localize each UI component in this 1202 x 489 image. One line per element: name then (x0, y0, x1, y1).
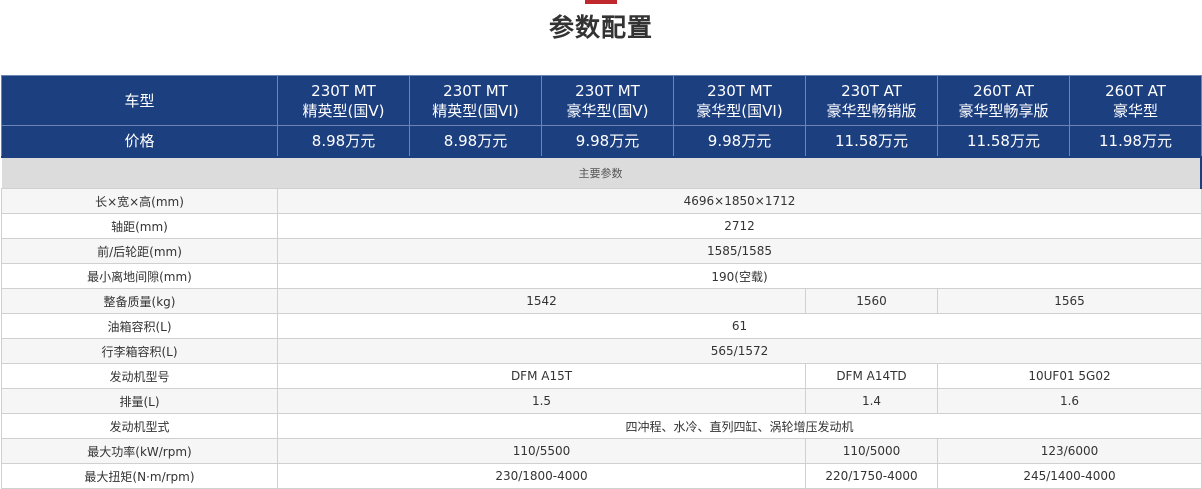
model-header-label: 车型 (1, 75, 278, 126)
spec-value: 10UF01 5G02 (937, 363, 1202, 389)
spec-value: 1.4 (805, 388, 938, 414)
spec-value: 1585/1585 (277, 238, 1202, 264)
spec-label: 发动机型号 (1, 363, 278, 389)
spec-value: 565/1572 (277, 338, 1202, 364)
spec-row: 长×宽×高(mm) 4696×1850×1712 (1, 188, 1202, 214)
spec-value: 1560 (805, 288, 938, 314)
spec-value: 220/1750-4000 (805, 463, 938, 489)
model-column-header: 230T MT 豪华型(国VI) (673, 75, 806, 126)
model-name: 230T MT (575, 81, 640, 100)
spec-label: 最大功率(kW/rpm) (1, 438, 278, 464)
price-label: 价格 (1, 125, 278, 157)
spec-value: 4696×1850×1712 (277, 188, 1202, 214)
spec-value: 四冲程、水冷、直列四缸、涡轮增压发动机 (277, 413, 1202, 439)
spec-label: 最小离地间隙(mm) (1, 263, 278, 289)
spec-row: 轴距(mm) 2712 (1, 213, 1202, 239)
spec-table: 车型 230T MT 精英型(国V) 230T MT 精英型(国VI) 230T M… (1, 75, 1202, 489)
spec-row: 行李箱容积(L) 565/1572 (1, 338, 1202, 364)
spec-value: 110/5500 (277, 438, 806, 464)
model-column-header: 230T MT 豪华型(国V) (541, 75, 674, 126)
price-value: 9.98万元 (541, 125, 674, 157)
spec-label: 油箱容积(L) (1, 313, 278, 339)
model-name: 230T MT (443, 81, 508, 100)
model-name: 230T AT (841, 81, 902, 100)
model-trim: 豪华型(国V) (566, 101, 649, 120)
spec-value: 123/6000 (937, 438, 1202, 464)
spec-value: 61 (277, 313, 1202, 339)
model-name: 260T AT (1105, 81, 1166, 100)
model-column-header: 260T AT 豪华型 (1069, 75, 1202, 126)
spec-row: 最大扭矩(N·m/rpm) 230/1800-4000 220/1750-4000 2… (1, 463, 1202, 489)
title-accent-bar (585, 0, 617, 4)
model-header-row: 车型 230T MT 精英型(国V) 230T MT 精英型(国VI) 230T M… (1, 75, 1202, 126)
model-trim: 豪华型 (1112, 101, 1158, 120)
spec-row: 最小离地间隙(mm) 190(空载) (1, 263, 1202, 289)
spec-value: 1542 (277, 288, 806, 314)
spec-label: 行李箱容积(L) (1, 338, 278, 364)
spec-row: 油箱容积(L) 61 (1, 313, 1202, 339)
model-name: 230T MT (707, 81, 772, 100)
spec-label: 轴距(mm) (1, 213, 278, 239)
model-name: 230T MT (311, 81, 376, 100)
spec-value: 230/1800-4000 (277, 463, 806, 489)
spec-label: 发动机型式 (1, 413, 278, 439)
section-header-row: 主要参数 (1, 155, 1202, 189)
spec-value: 190(空载) (277, 263, 1202, 289)
spec-row: 整备质量(kg) 1542 1560 1565 (1, 288, 1202, 314)
price-value: 11.98万元 (1069, 125, 1202, 157)
page-title: 参数配置 (548, 13, 653, 42)
spec-label: 排量(L) (1, 388, 278, 414)
spec-label: 最大扭矩(N·m/rpm) (1, 463, 278, 489)
spec-row: 发动机型式 四冲程、水冷、直列四缸、涡轮增压发动机 (1, 413, 1202, 439)
price-value: 9.98万元 (673, 125, 806, 157)
price-value: 8.98万元 (409, 125, 542, 157)
model-name: 260T AT (973, 81, 1034, 100)
spec-value: 245/1400-4000 (937, 463, 1202, 489)
spec-body: 主要参数 长×宽×高(mm) 4696×1850×1712 轴距(mm) 2712 前/… (1, 155, 1202, 489)
spec-value: 1.6 (937, 388, 1202, 414)
spec-row: 最大功率(kW/rpm) 110/5500 110/5000 123/6000 (1, 438, 1202, 464)
spec-value: DFM A14TD (805, 363, 938, 389)
spec-value: 1.5 (277, 388, 806, 414)
spec-value: 1565 (937, 288, 1202, 314)
model-trim: 精英型(国VI) (432, 101, 519, 120)
spec-label: 前/后轮距(mm) (1, 238, 278, 264)
spec-label: 整备质量(kg) (1, 288, 278, 314)
spec-value: 110/5000 (805, 438, 938, 464)
model-trim: 豪华型畅享版 (958, 101, 1049, 120)
model-trim: 豪华型(国VI) (696, 101, 783, 120)
model-column-header: 230T MT 精英型(国VI) (409, 75, 542, 126)
price-row: 价格 8.98万元 8.98万元 9.98万元 9.98万元 11.58万元 1… (1, 125, 1202, 157)
model-column-header: 230T MT 精英型(国V) (277, 75, 410, 126)
spec-row: 发动机型号 DFM A15T DFM A14TD 10UF01 5G02 (1, 363, 1202, 389)
spec-row: 前/后轮距(mm) 1585/1585 (1, 238, 1202, 264)
spec-label: 长×宽×高(mm) (1, 188, 278, 214)
model-column-header: 260T AT 豪华型畅享版 (937, 75, 1070, 126)
spec-row: 排量(L) 1.5 1.4 1.6 (1, 388, 1202, 414)
spec-value: DFM A15T (277, 363, 806, 389)
model-column-header: 230T AT 豪华型畅销版 (805, 75, 938, 126)
spec-value: 2712 (277, 213, 1202, 239)
price-value: 11.58万元 (937, 125, 1070, 157)
price-value: 11.58万元 (805, 125, 938, 157)
model-trim: 精英型(国V) (302, 101, 385, 120)
section-title: 主要参数 (1, 155, 1202, 189)
model-trim: 豪华型畅销版 (826, 101, 917, 120)
price-value: 8.98万元 (277, 125, 410, 157)
